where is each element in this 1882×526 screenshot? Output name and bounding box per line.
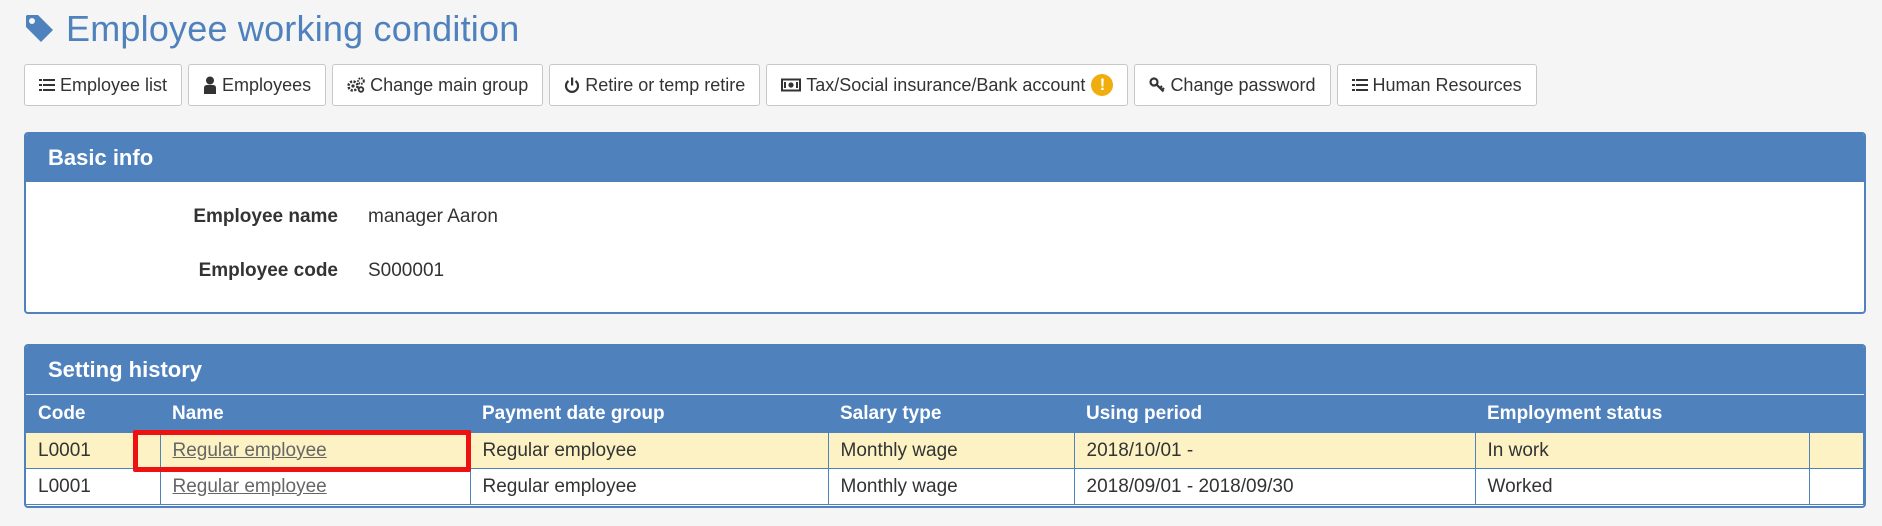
name-cell: Regular employee xyxy=(160,433,471,469)
period-cell: 2018/09/01 - 2018/09/30 xyxy=(1074,468,1476,505)
code-cell: L0001 xyxy=(26,433,161,469)
change-password-label: Change password xyxy=(1170,74,1316,95)
column-header: Name xyxy=(160,394,470,433)
tax-social-bank-label: Tax/Social insurance/Bank account xyxy=(806,74,1086,95)
table-row: L0001 Regular employee Regular employee … xyxy=(26,433,1864,469)
human-resources-label: Human Resources xyxy=(1372,74,1522,95)
table-header-row: Code Name Payment date group Salary type… xyxy=(26,394,1864,433)
employees-label: Employees xyxy=(222,74,312,95)
setting-history-heading: Setting history xyxy=(26,346,1864,394)
gears-icon xyxy=(347,77,365,93)
retire-label: Retire or temp retire xyxy=(585,74,746,95)
history-table: Code Name Payment date group Salary type… xyxy=(26,394,1864,505)
payment-group-cell: Regular employee xyxy=(470,433,829,469)
list-icon xyxy=(39,79,55,91)
status-cell: Worked xyxy=(1475,468,1810,505)
money-icon xyxy=(781,78,802,92)
page-title: Employee working condition xyxy=(66,8,520,49)
column-header: Salary type xyxy=(828,394,1074,433)
list-icon xyxy=(1351,79,1368,91)
change-main-group-label: Change main group xyxy=(370,74,529,95)
human-resources-button[interactable]: Human Resources xyxy=(1336,64,1537,106)
employee-list-button[interactable]: Employee list xyxy=(24,64,183,106)
employee-list-label: Employee list xyxy=(60,74,168,95)
employees-button[interactable]: Employees xyxy=(188,64,327,106)
tax-social-bank-button[interactable]: Tax/Social insurance/Bank account ! xyxy=(766,64,1129,106)
name-cell: Regular employee xyxy=(160,468,471,505)
user-icon xyxy=(204,76,217,94)
column-header: Code xyxy=(26,394,160,433)
table-row: L0001 Regular employee Regular employee … xyxy=(26,468,1864,505)
payment-group-cell: Regular employee xyxy=(470,468,829,505)
basic-info-panel: Basic info Employee name manager Aaron E… xyxy=(24,132,1866,314)
change-password-button[interactable]: Change password xyxy=(1134,64,1331,106)
employee-code-value: S000001 xyxy=(368,260,445,281)
status-cell: In work xyxy=(1475,433,1810,469)
code-cell: L0001 xyxy=(26,468,161,505)
power-icon xyxy=(565,77,580,93)
key-icon xyxy=(1149,77,1166,93)
name-link[interactable]: Regular employee xyxy=(173,476,327,497)
name-link[interactable]: Regular employee xyxy=(173,440,327,461)
retire-button[interactable]: Retire or temp retire xyxy=(549,64,761,106)
employee-name-label: Employee name xyxy=(193,206,338,227)
empty-cell xyxy=(1809,468,1864,505)
salary-type-cell: Monthly wage xyxy=(828,433,1075,469)
employee-code-row: Employee code S000001 xyxy=(46,260,444,282)
column-header: Payment date group xyxy=(470,394,828,433)
employee-code-label: Employee code xyxy=(198,260,338,281)
basic-info-heading: Basic info xyxy=(26,134,1864,182)
setting-history-panel: Setting history Code Name Payment date g… xyxy=(24,344,1866,508)
column-header xyxy=(1809,394,1864,433)
warning-icon: ! xyxy=(1091,74,1114,96)
employee-name-value: manager Aaron xyxy=(368,206,498,227)
employee-name-row: Employee name manager Aaron xyxy=(46,206,498,228)
empty-cell xyxy=(1809,433,1864,469)
page-header: Employee working condition xyxy=(24,6,519,52)
tag-icon xyxy=(26,15,53,42)
salary-type-cell: Monthly wage xyxy=(828,468,1075,505)
change-main-group-button[interactable]: Change main group xyxy=(332,64,544,106)
toolbar: Employee list Employees Change main grou… xyxy=(24,64,1543,106)
column-header: Using period xyxy=(1074,394,1475,433)
period-cell: 2018/10/01 - xyxy=(1074,433,1476,469)
column-header: Employment status xyxy=(1475,394,1809,433)
